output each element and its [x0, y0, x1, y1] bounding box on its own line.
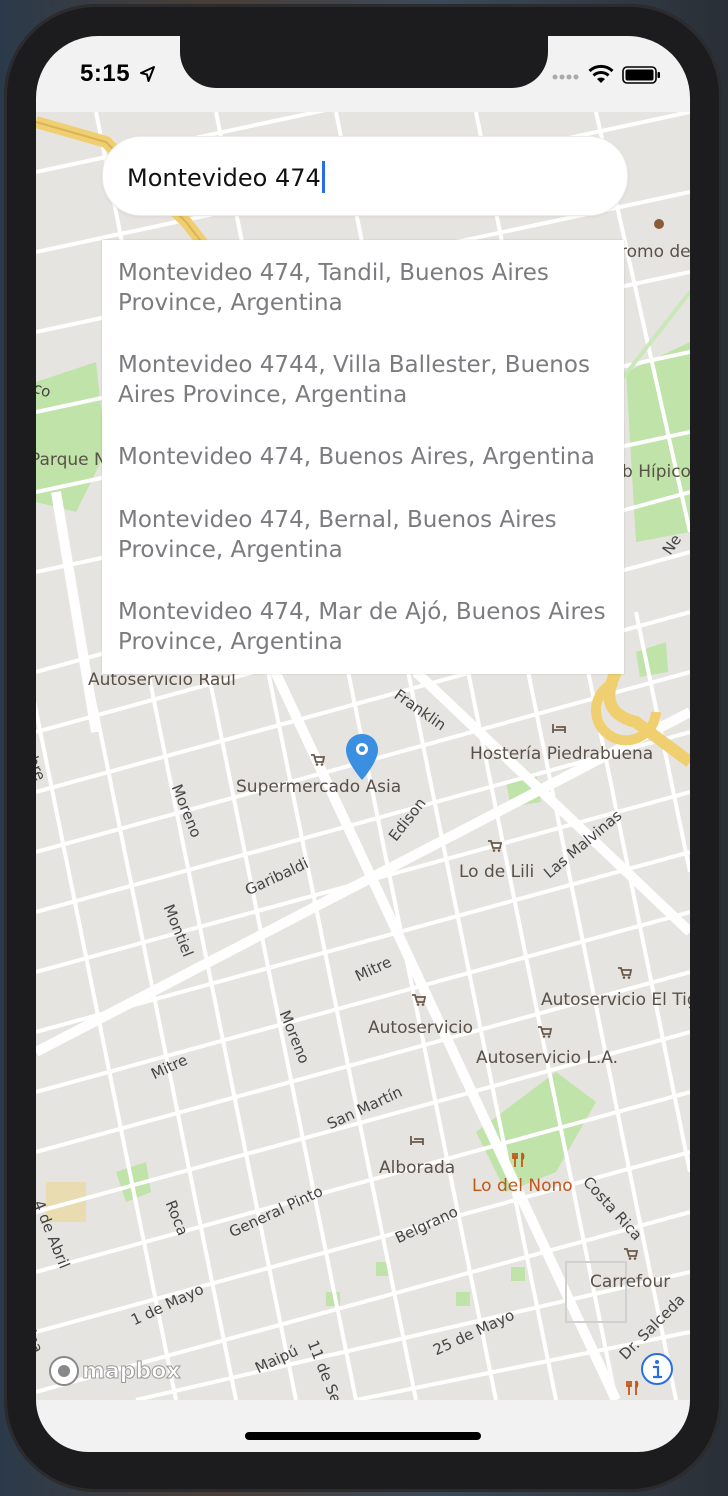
suggestions-list: Montevideo 474, Tandil, Buenos Aires Pro…	[102, 240, 624, 674]
location-arrow-icon	[140, 66, 155, 82]
location-pin-icon[interactable]	[344, 732, 380, 782]
shopping-cart-icon	[618, 967, 632, 979]
poi-lo-de-lili[interactable]: Lo de Lili	[459, 862, 534, 882]
info-icon[interactable]	[640, 1352, 674, 1386]
landmark-icon	[654, 219, 664, 229]
poi-club-hipico[interactable]: b Hípico	[622, 462, 690, 482]
poi-autoservicio-el-tigre[interactable]: Autoservicio El Tig	[541, 990, 690, 1010]
suggestion-item[interactable]: Montevideo 474, Mar de Ajó, Buenos Aires…	[118, 597, 618, 657]
status-time: 5:15	[80, 60, 131, 87]
shopping-cart-icon	[624, 1248, 638, 1260]
suggestion-item[interactable]: Montevideo 474, Tandil, Buenos Aires Pro…	[118, 258, 618, 318]
poi-lo-del-nono[interactable]: Lo del Nono	[472, 1176, 573, 1196]
text-caret	[321, 161, 325, 193]
search-input-text[interactable]: Montevideo 474	[127, 164, 321, 192]
battery-icon	[622, 66, 660, 84]
shopping-cart-icon	[488, 840, 502, 852]
mapbox-logo[interactable]: mapbox	[48, 1354, 186, 1393]
shopping-cart-icon	[412, 994, 426, 1006]
bottom-safe-area	[36, 1400, 690, 1452]
shopping-cart-icon	[311, 754, 325, 766]
poi-alborada[interactable]: Alborada	[379, 1158, 455, 1178]
suggestion-item[interactable]: Montevideo 474, Bernal, Buenos Aires Pro…	[118, 505, 618, 565]
poi-carrefour[interactable]: Carrefour	[590, 1272, 670, 1292]
restaurant-icon	[626, 1380, 639, 1395]
cellular-signal-icon	[552, 74, 579, 80]
poi-hosteria-piedrabuena[interactable]: Hostería Piedrabuena	[470, 744, 653, 764]
suggestion-item[interactable]: Montevideo 4744, Villa Ballester, Buenos…	[118, 350, 618, 410]
mapbox-logo-icon: mapbox	[49, 1356, 181, 1386]
shopping-cart-icon	[538, 1026, 552, 1038]
poi-hipodromo[interactable]: romo de	[620, 242, 690, 262]
poi-autoservicio-la[interactable]: Autoservicio L.A.	[476, 1048, 618, 1068]
bed-icon	[552, 724, 566, 733]
poi-autoservicio[interactable]: Autoservicio	[368, 1018, 473, 1038]
bed-icon	[410, 1136, 424, 1145]
wifi-icon	[588, 64, 614, 83]
poi-parque[interactable]: Parque N	[36, 450, 107, 470]
notch	[180, 36, 548, 88]
mapbox-wordmark: mapbox	[82, 1359, 181, 1384]
suggestion-item[interactable]: Montevideo 474, Buenos Aires, Argentina	[118, 442, 618, 472]
restaurant-icon	[512, 1152, 525, 1167]
search-field[interactable]: Montevideo 474	[102, 136, 628, 216]
home-indicator[interactable]	[245, 1432, 481, 1440]
